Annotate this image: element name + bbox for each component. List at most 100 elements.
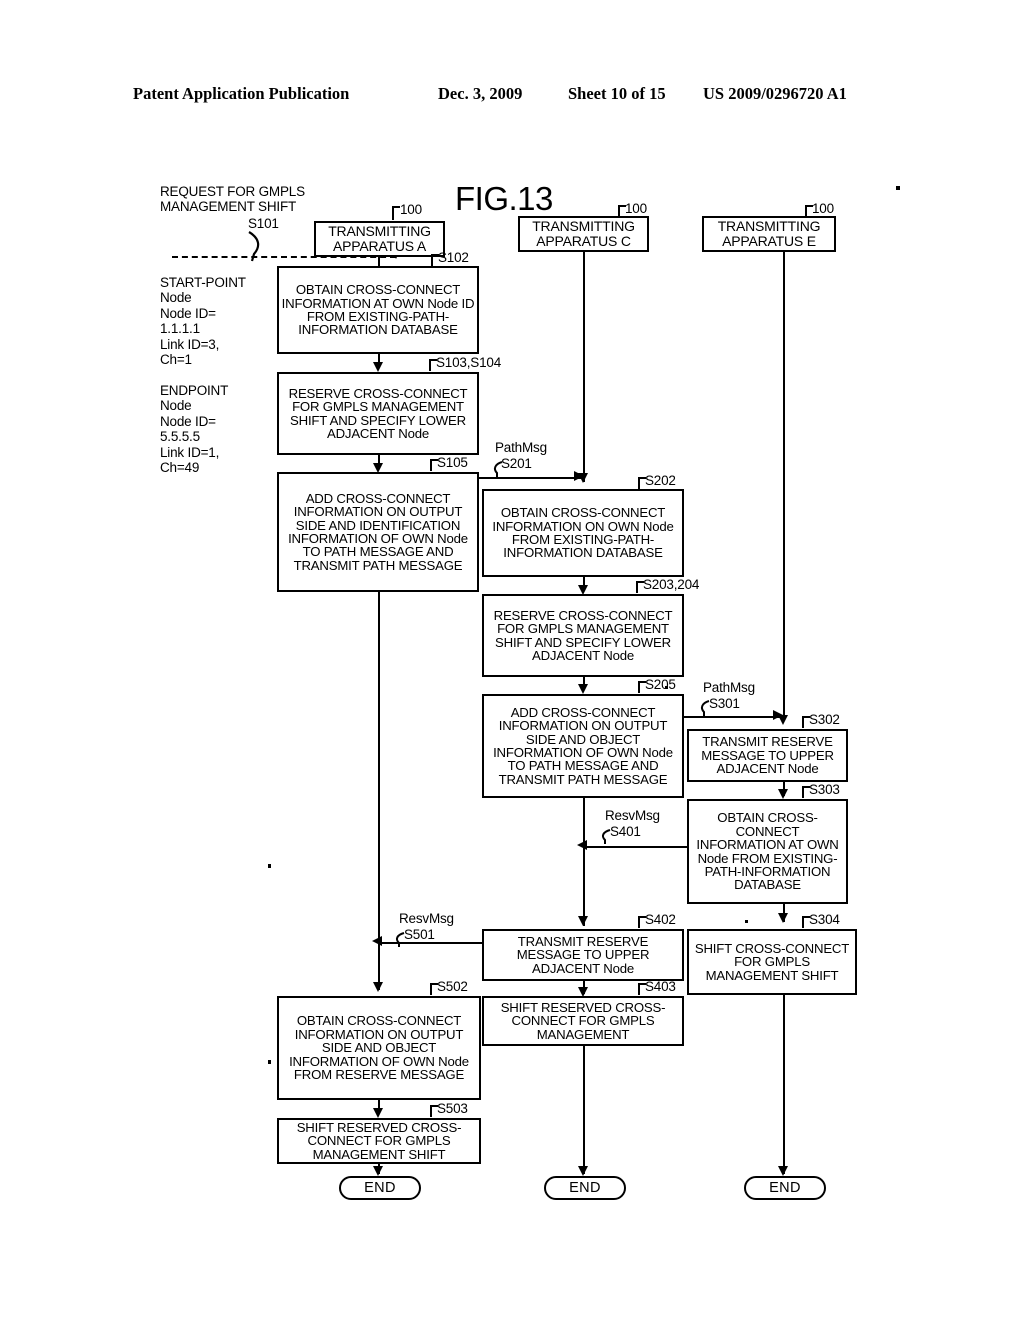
message-ref-s401: S401 [610,824,641,839]
step-ref-s105-leader-icon [430,459,438,471]
terminator-end-lane-a[interactable]: END [339,1176,421,1200]
lane-e-arrow-s303-icon [778,789,788,799]
lane-a-arrow-end-icon [373,1166,383,1176]
step-ref-s202: S202 [645,473,676,488]
step-box-s403[interactable]: SHIFT RESERVED CROSS-CONNECT FOR GMPLS M… [482,996,684,1046]
step-text-s205: ADD CROSS-CONNECT INFORMATION ON OUTPUT … [493,704,673,787]
lane-a-connector-long [378,592,380,940]
request-step-ref: S101 [248,216,279,231]
lane-c-connector-to-end [583,1046,585,1174]
step-ref-s102-leader-icon [431,254,439,266]
terminator-end-lane-c[interactable]: END [544,1176,626,1200]
lane-c-arrow-s402-icon [578,916,588,926]
step-box-s205[interactable]: ADD CROSS-CONNECT INFORMATION ON OUTPUT … [482,694,684,798]
message-ref-s301-leader-icon [700,700,710,716]
step-ref-s304-leader-icon [802,916,810,928]
terminator-label-c: END [569,1180,601,1196]
step-box-s402[interactable]: TRANSMIT RESERVE MESSAGE TO UPPER ADJACE… [482,929,684,981]
endpoint-node-annotation: ENDPOINT Node Node ID= 5.5.5.5 Link ID=1… [160,383,229,475]
step-ref-s304: S304 [809,912,840,927]
step-box-s103-s104[interactable]: RESERVE CROSS-CONNECT FOR GMPLS MANAGEME… [277,372,479,455]
step-ref-s302-leader-icon [802,716,810,728]
step-ref-s102: S102 [438,250,469,265]
lane-a-title: TRANSMITTING APPARATUS A [328,223,431,254]
message-arrow-s401-icon [577,840,587,850]
step-text-s304: SHIFT CROSS-CONNECT FOR GMPLS MANAGEMENT… [694,940,850,983]
step-ref-s502-leader-icon [430,983,438,995]
figure-title: FIG.13 [455,180,553,217]
lane-a-numeral: 100 [400,202,422,217]
lane-e-numeral-leader-icon [805,205,813,218]
scan-speck [268,864,271,868]
lane-c-connector-header [583,252,585,482]
lane-e-arrow-s304-icon [778,913,788,923]
step-ref-s402-leader-icon [638,916,646,928]
step-box-s302[interactable]: TRANSMIT RESERVE MESSAGE TO UPPER ADJACE… [687,729,848,782]
step-ref-s105: S105 [437,455,468,470]
lane-header-apparatus-a[interactable]: TRANSMITTING APPARATUS A [314,221,445,257]
step-ref-s302: S302 [809,712,840,727]
step-ref-s103-s104: S103,S104 [436,355,502,370]
step-ref-s205-leader-icon [638,681,646,693]
header-sheet: Sheet 10 of 15 [568,84,666,103]
step-box-s303[interactable]: OBTAIN CROSS-CONNECT INFORMATION AT OWN … [687,799,848,904]
message-label-s501: ResvMsg [399,911,454,926]
step-box-s102[interactable]: OBTAIN CROSS-CONNECT INFORMATION AT OWN … [277,266,479,354]
page-header: Patent Application Publication Dec. 3, 2… [0,84,1024,110]
step-box-s105[interactable]: ADD CROSS-CONNECT INFORMATION ON OUTPUT … [277,472,479,592]
step-text-s403: SHIFT RESERVED CROSS-CONNECT FOR GMPLS M… [500,999,666,1042]
lane-a-arrow-s103-icon [373,362,383,372]
lane-e-connector-header [783,252,785,720]
terminator-end-lane-e[interactable]: END [744,1176,826,1200]
message-ref-s501: S501 [404,927,435,942]
lane-e-numeral: 100 [812,201,834,216]
message-line-s401 [583,846,688,848]
step-ref-s403: S403 [645,979,676,994]
step-text-s302: TRANSMIT RESERVE MESSAGE TO UPPER ADJACE… [701,734,834,777]
lane-c-arrow-end-icon [578,1166,588,1176]
start-point-node-annotation: START-POINT Node Node ID= 1.1.1.1 Link I… [160,275,246,367]
step-box-s502[interactable]: OBTAIN CROSS-CONNECT INFORMATION ON OUTP… [277,996,481,1100]
step-box-s503[interactable]: SHIFT RESERVED CROSS-CONNECT FOR GMPLS M… [277,1118,481,1164]
lane-c-numeral-leader-icon [618,205,626,218]
step-text-s203-s204: RESERVE CROSS-CONNECT FOR GMPLS MANAGEME… [493,607,673,663]
step-ref-s303-leader-icon [802,786,810,798]
s101-hook-icon [248,231,260,262]
step-text-s202: OBTAIN CROSS-CONNECT INFORMATION ON OWN … [492,505,674,561]
step-ref-s203-s204: S203,204 [643,577,700,592]
lane-header-apparatus-e[interactable]: TRANSMITTING APPARATUS E [702,216,836,252]
step-ref-s205: S205 [645,677,676,692]
lane-c-title: TRANSMITTING APPARATUS C [532,218,635,249]
terminator-label-e: END [769,1180,801,1196]
header-date: Dec. 3, 2009 [438,84,523,103]
lane-e-title: TRANSMITTING APPARATUS E [717,218,821,249]
message-label-s201: PathMsg [495,440,547,455]
lane-c-arrow-s205-icon [578,684,588,694]
step-ref-s403-leader-icon [638,983,646,995]
step-ref-s202-leader-icon [638,477,646,489]
step-ref-s503: S503 [437,1101,468,1116]
lane-c-arrow-s202-icon [578,473,588,483]
lane-c-numeral: 100 [625,201,647,216]
message-label-s301: PathMsg [703,680,755,695]
scan-speck [745,920,748,923]
step-text-s105: ADD CROSS-CONNECT INFORMATION ON OUTPUT … [288,490,468,573]
message-ref-s401-leader-icon [601,829,611,844]
step-text-s402: TRANSMIT RESERVE MESSAGE TO UPPER ADJACE… [516,933,650,976]
step-ref-s402: S402 [645,912,676,927]
message-arrow-s501-icon [372,936,382,946]
step-ref-s503-leader-icon [430,1105,438,1117]
step-box-s202[interactable]: OBTAIN CROSS-CONNECT INFORMATION ON OWN … [482,489,684,577]
request-annotation: REQUEST FOR GMPLS MANAGEMENT SHIFT [160,184,305,215]
step-text-s103-s104: RESERVE CROSS-CONNECT FOR GMPLS MANAGEME… [288,385,468,441]
step-text-s503: SHIFT RESERVED CROSS-CONNECT FOR GMPLS M… [296,1119,462,1162]
lane-a-arrow-s502-icon [373,982,383,992]
message-ref-s301: S301 [709,696,740,711]
step-text-s502: OBTAIN CROSS-CONNECT INFORMATION ON OUTP… [289,1013,469,1083]
scan-speck [268,1060,271,1064]
step-box-s304[interactable]: SHIFT CROSS-CONNECT FOR GMPLS MANAGEMENT… [687,929,857,995]
step-text-s303: OBTAIN CROSS-CONNECT INFORMATION AT OWN … [696,810,839,893]
lane-header-apparatus-c[interactable]: TRANSMITTING APPARATUS C [518,216,649,252]
step-ref-s103-leader-icon [429,359,437,371]
step-box-s203-s204[interactable]: RESERVE CROSS-CONNECT FOR GMPLS MANAGEME… [482,594,684,677]
